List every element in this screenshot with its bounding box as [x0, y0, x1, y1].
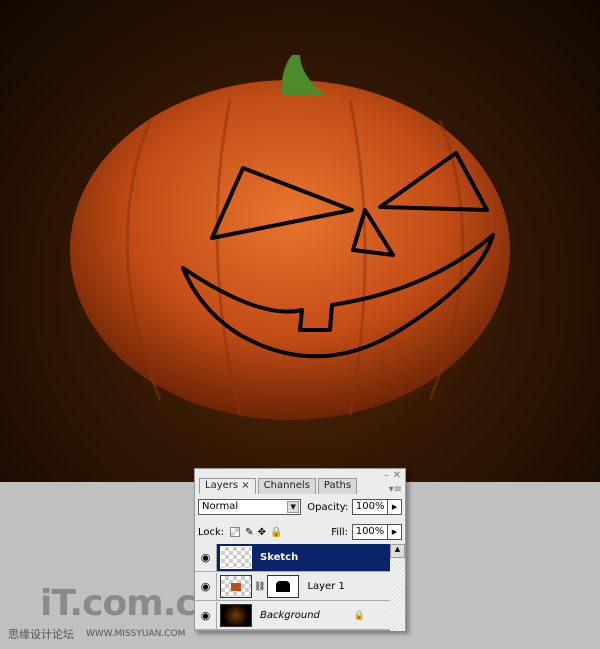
blend-mode-select[interactable]: Normal ▼ — [198, 499, 302, 515]
tab-layers[interactable]: Layers × — [199, 478, 256, 494]
lock-move-icon[interactable]: ✥ — [258, 527, 266, 538]
layer-row-sketch[interactable]: ◉ Sketch — [195, 544, 391, 572]
scroll-up-button[interactable]: ▲ — [390, 544, 405, 558]
fill-slider-button[interactable]: ▶ — [388, 524, 402, 540]
layer-thumbnail — [220, 575, 252, 598]
lock-all-icon[interactable]: 🔒 — [270, 527, 282, 538]
eye-icon[interactable]: ◉ — [195, 544, 217, 571]
minimize-button[interactable]: – — [384, 470, 389, 481]
tab-paths[interactable]: Paths — [317, 478, 358, 494]
layer-name: Background — [260, 610, 320, 621]
layer-mask-thumbnail — [267, 575, 300, 598]
layers-scrollbar[interactable]: ▲ — [390, 544, 405, 631]
layer-name: Sketch — [260, 552, 299, 563]
layer-row-background[interactable]: ◉ Background 🔒 — [195, 602, 391, 630]
tab-channels[interactable]: Channels — [257, 478, 316, 494]
lock-icon: 🔒 — [353, 610, 365, 621]
eye-icon[interactable]: ◉ — [195, 573, 217, 600]
layers-panel: – ✕ Layers × Channels Paths ▾≡ Normal ▼ O… — [194, 468, 406, 631]
fill-label: Fill: — [331, 526, 348, 538]
link-icon[interactable]: ⛓ — [254, 582, 265, 592]
close-button[interactable]: ✕ — [393, 470, 401, 481]
layer-name: Layer 1 — [307, 581, 345, 592]
panel-menu-icon[interactable]: ▾≡ — [389, 484, 402, 495]
lock-label: Lock: — [198, 526, 225, 538]
watermark-site-cn: 思缘设计论坛 — [8, 628, 74, 641]
opacity-slider-button[interactable]: ▶ — [388, 499, 402, 515]
lock-brush-icon[interactable]: ✎ — [245, 527, 253, 538]
opacity-label: Opacity: — [307, 501, 349, 513]
eye-icon[interactable]: ◉ — [195, 602, 217, 629]
document-canvas[interactable] — [0, 0, 600, 482]
layer-row-layer-1[interactable]: ◉ ⛓ Layer 1 — [195, 573, 391, 601]
watermark-url: WWW.MISSYUAN.COM — [86, 629, 186, 639]
opacity-input[interactable]: 100% — [352, 499, 389, 515]
chevron-down-icon: ▼ — [287, 501, 300, 513]
layer-thumbnail — [220, 604, 252, 627]
layer-thumbnail — [220, 546, 252, 569]
blend-mode-value: Normal — [202, 501, 239, 512]
fill-input[interactable]: 100% — [352, 524, 388, 540]
lock-transparency-icon[interactable] — [230, 527, 241, 537]
pumpkin-image — [70, 55, 510, 420]
